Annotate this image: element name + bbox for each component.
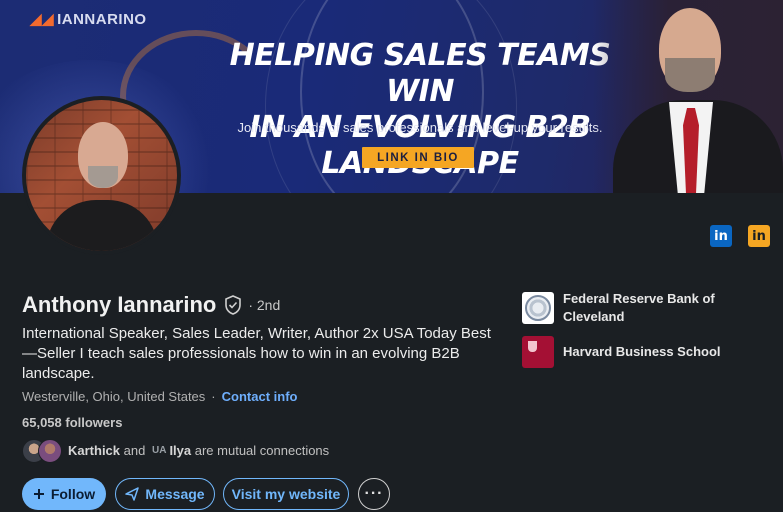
follow-button[interactable]: Follow xyxy=(22,478,106,510)
profile-location: Westerville, Ohio, United States xyxy=(22,389,206,404)
message-button-label: Message xyxy=(145,486,205,502)
linkedin-icon[interactable]: in xyxy=(748,225,770,247)
linkedin-icon[interactable]: in xyxy=(710,225,732,247)
banner-speaker-photo xyxy=(593,0,783,193)
follow-button-label: Follow xyxy=(50,486,96,502)
plus-icon xyxy=(33,488,45,500)
brand-mark-icon: ◢◢ xyxy=(30,11,55,28)
visit-website-button[interactable]: Visit my website xyxy=(223,478,349,510)
federal-reserve-logo xyxy=(522,292,554,324)
more-actions-button[interactable]: ··· xyxy=(358,478,390,510)
contact-info-link[interactable]: Contact info xyxy=(222,389,298,404)
message-button[interactable]: Message xyxy=(115,478,215,510)
ua-badge: UA xyxy=(151,444,167,456)
verified-shield-icon[interactable] xyxy=(224,295,242,315)
org-federal-reserve[interactable]: Federal Reserve Bank of Cleveland xyxy=(522,290,733,326)
mutual-and: and xyxy=(123,442,146,458)
org-name: Harvard Business School xyxy=(563,344,721,359)
mutual-suffix: are mutual connections xyxy=(194,442,330,458)
org-harvard-business-school[interactable]: Harvard Business School xyxy=(522,336,733,368)
location-row: Westerville, Ohio, United States · Contact… xyxy=(22,389,297,404)
banner-brand-logo: ◢◢ IANNARINO xyxy=(30,11,147,28)
more-dots-icon: ··· xyxy=(364,485,384,502)
profile-name: Anthony Iannarino xyxy=(22,292,217,317)
banner-subline: Join thousands of sales professionals an… xyxy=(237,120,603,135)
profile-name-row: Anthony Iannarino · 2nd xyxy=(22,292,280,318)
mutual-connections[interactable]: Karthick and UA Ilya are mutual connectio… xyxy=(22,439,330,463)
separator: · xyxy=(211,389,216,404)
mutual-name-2: Ilya xyxy=(169,442,192,458)
harvard-logo xyxy=(522,336,554,368)
mutual-avatars xyxy=(22,439,64,463)
profile-avatar[interactable] xyxy=(26,100,177,251)
banner-cta-badge: LINK IN BIO xyxy=(362,147,474,168)
banner-headline-line1: HELPING SALES TEAMS WIN xyxy=(229,38,611,109)
connection-degree: · 2nd xyxy=(248,297,281,313)
send-icon xyxy=(125,487,140,501)
follower-count: 65,058 followers xyxy=(22,415,123,430)
org-name: Federal Reserve Bank of Cleveland xyxy=(563,291,715,324)
profile-headline: International Speaker, Sales Leader, Wri… xyxy=(22,325,491,382)
visit-website-label: Visit my website xyxy=(231,486,341,502)
mutual-name-1: Karthick xyxy=(68,442,121,458)
avatar xyxy=(38,439,62,463)
